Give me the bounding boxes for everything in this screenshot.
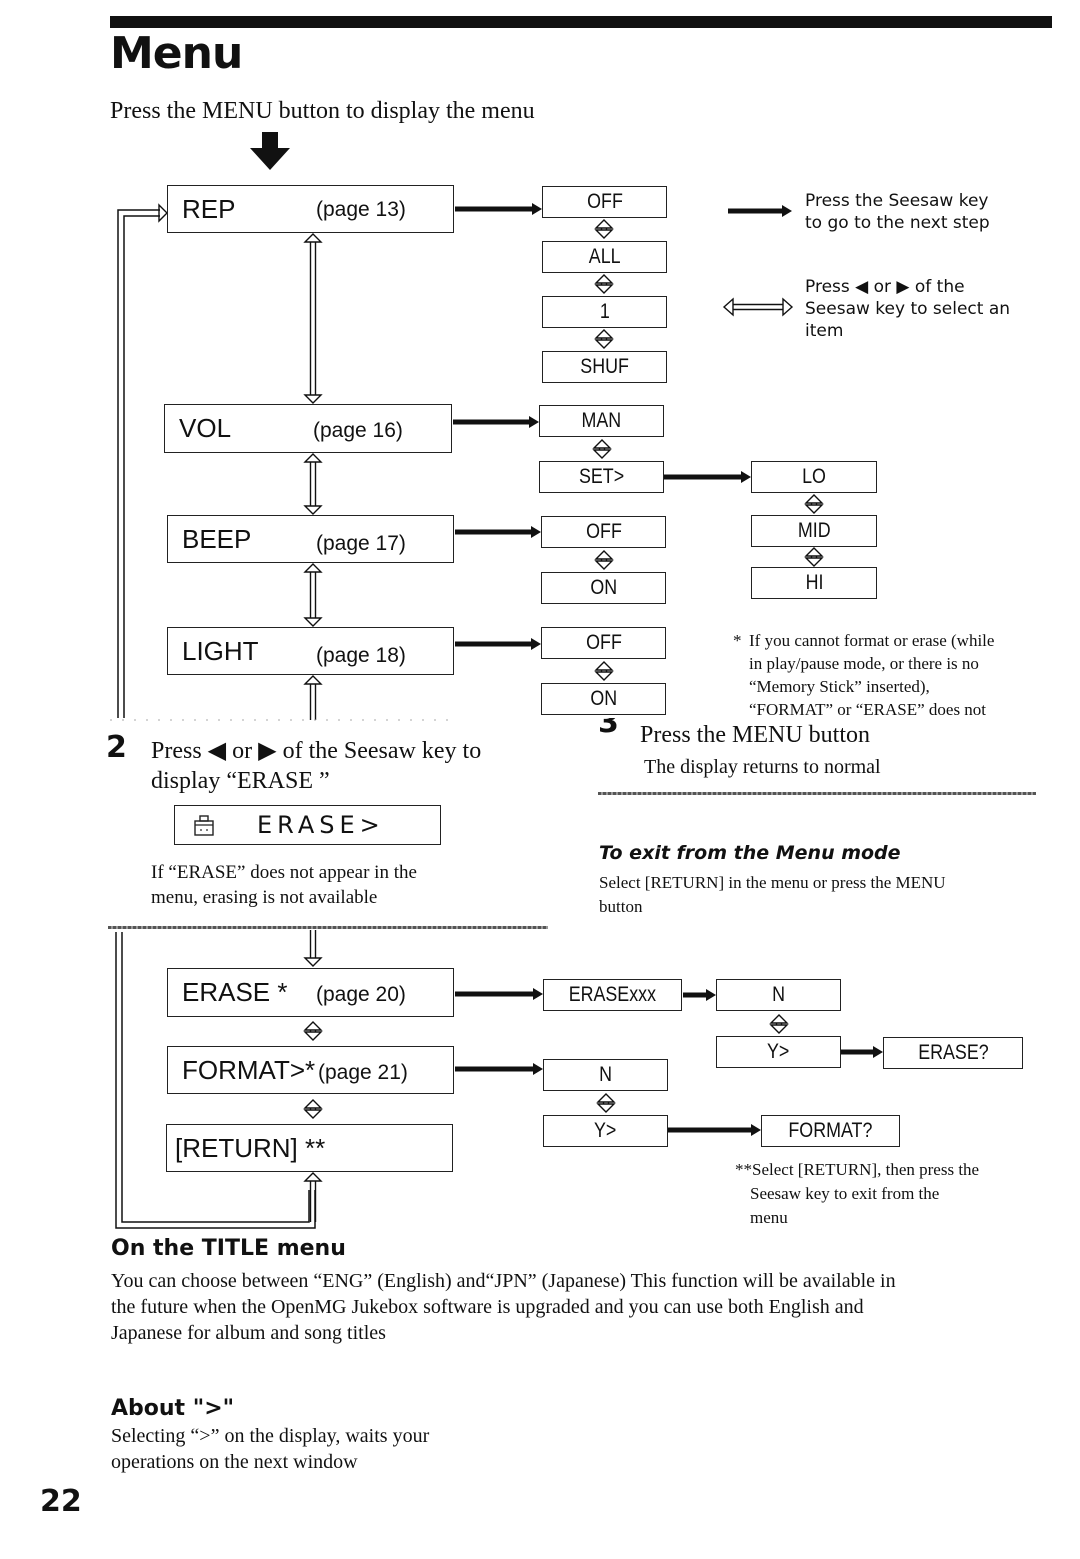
menu-item-label: REP: [182, 193, 236, 224]
option-format-confirm[interactable]: FORMAT?: [761, 1115, 900, 1147]
down-arrow-icon: [250, 132, 290, 170]
option-vol-hi[interactable]: HI: [751, 567, 877, 599]
section-rule: [108, 926, 548, 929]
select-item-arrow: [303, 233, 323, 404]
toggle-arrow-icon: [594, 661, 614, 681]
option-light-on[interactable]: ON: [541, 683, 666, 715]
option-rep-all[interactable]: ALL: [542, 241, 667, 273]
title-menu-heading: On the TITLE menu: [111, 1236, 346, 1261]
legend-next-step: Press the Seesaw key to go to the next s…: [805, 191, 990, 233]
option-format-y[interactable]: Y>: [543, 1115, 668, 1147]
arrow-head-icon: [531, 638, 541, 650]
arrow-head-icon: [532, 203, 542, 215]
arrow-head-icon: [531, 526, 541, 538]
option-erase-y[interactable]: Y>: [716, 1036, 841, 1068]
select-item-arrow: [303, 563, 323, 627]
step-2-note: If “ERASE” does not appear in the menu, …: [151, 862, 417, 908]
exit-text: Select [RETURN] in the menu or press the…: [599, 873, 946, 916]
menu-item-label: LIGHT: [182, 635, 259, 666]
legend-select-item: Press ◀ or ▶ of the Seesaw key to select…: [805, 277, 1011, 341]
menu-item-label: VOL: [179, 413, 232, 443]
option-vol-mid[interactable]: MID: [751, 515, 877, 547]
arrow-head-icon: [782, 205, 792, 217]
menu-item-page-ref: (page 21): [318, 1061, 408, 1084]
menu-item-page-ref: (page 13): [316, 198, 406, 221]
arrow-head-icon: [706, 989, 716, 1001]
section-rule: [598, 792, 1036, 795]
legend-hollow-arrow: [722, 297, 794, 317]
title-menu-text: You can choose between “ENG” (English) a…: [111, 1270, 896, 1344]
toggle-arrow-icon: [594, 219, 614, 239]
menu-item-label: BEEP: [182, 523, 252, 554]
option-erase-xxx[interactable]: ERASExxx: [543, 979, 682, 1011]
toggle-arrow-icon: [592, 439, 612, 459]
option-rep-off[interactable]: OFF: [542, 186, 667, 218]
option-vol-lo[interactable]: LO: [751, 461, 877, 493]
exit-heading: To exit from the Menu mode: [599, 842, 901, 864]
toggle-arrow-icon: [594, 274, 614, 294]
menu-item-beep[interactable]: BEEP (page 17): [167, 515, 454, 563]
menu-item-label: FORMAT>*: [182, 1054, 316, 1085]
toggle-arrow-icon: [594, 550, 614, 570]
toggle-arrow-icon: [596, 1093, 616, 1113]
toggle-arrow-icon: [594, 329, 614, 349]
option-vol-man[interactable]: MAN: [539, 405, 664, 437]
menu-item-page-ref: (page 20): [316, 983, 406, 1006]
option-beep-off[interactable]: OFF: [541, 516, 666, 548]
option-erase-n[interactable]: N: [716, 979, 841, 1011]
arrow-head-icon: [533, 988, 543, 1000]
toggle-arrow-icon: [804, 547, 824, 567]
arrow-head-icon: [873, 1046, 883, 1058]
up-arrow-icon: [303, 1172, 323, 1222]
return-arrow-head-icon: [158, 203, 168, 223]
down-hollow-arrow-icon: [303, 930, 323, 967]
menu-item-erase[interactable]: ERASE * (page 20): [167, 968, 454, 1017]
about-heading: About ">": [111, 1396, 235, 1421]
menu-item-page-ref: (page 17): [316, 532, 406, 555]
menu-item-return[interactable]: [RETURN] **: [166, 1124, 453, 1172]
step-2-text: Press ◀ or ▶ of the Seesaw key to displa…: [151, 738, 482, 794]
option-format-n[interactable]: N: [543, 1059, 668, 1091]
about-text: Selecting “>” on the display, waits your…: [111, 1425, 430, 1473]
menu-item-label: ERASE *: [182, 977, 288, 1007]
arrow-head-icon: [751, 1124, 761, 1136]
toggle-arrow-icon: [303, 1099, 323, 1119]
menu-item-format[interactable]: FORMAT>* (page 21): [167, 1046, 454, 1094]
option-erase-confirm[interactable]: ERASE?: [883, 1037, 1023, 1069]
step-number-3: 3: [598, 718, 619, 740]
up-arrow-icon: [303, 675, 323, 720]
page-number: 22: [40, 1484, 82, 1519]
step-3-sub: The display returns to normal: [644, 756, 881, 778]
step-number-2: 2: [106, 730, 127, 765]
footnote-star: * If you cannot format or erase (while i…: [733, 631, 995, 719]
erase-display-preview: ERASE>: [174, 805, 441, 845]
arrow-head-icon: [529, 416, 539, 428]
memory-stick-icon: [194, 815, 214, 836]
option-rep-shuf[interactable]: SHUF: [542, 351, 667, 383]
footnote-double-star: **Select [RETURN], then press the Seesaw…: [735, 1160, 980, 1227]
option-beep-on[interactable]: ON: [541, 572, 666, 604]
option-rep-1[interactable]: 1: [542, 296, 667, 328]
option-light-off[interactable]: OFF: [541, 627, 666, 659]
erase-display-text: ERASE>: [257, 811, 385, 839]
toggle-arrow-icon: [769, 1014, 789, 1034]
arrow-head-icon: [741, 471, 751, 483]
menu-item-vol[interactable]: VOL (page 16): [164, 404, 452, 453]
menu-item-label: [RETURN] **: [175, 1132, 326, 1163]
toggle-arrow-icon: [303, 1021, 323, 1041]
toggle-arrow-icon: [804, 494, 824, 514]
arrow-head-icon: [533, 1063, 543, 1075]
menu-item-rep[interactable]: REP (page 13): [167, 185, 454, 233]
option-vol-set[interactable]: SET>: [539, 461, 664, 493]
select-item-arrow: [303, 453, 323, 515]
menu-item-page-ref: (page 16): [313, 419, 403, 442]
step-3-text: Press the MENU button: [640, 722, 870, 748]
menu-item-page-ref: (page 18): [316, 644, 406, 667]
menu-item-light[interactable]: LIGHT (page 18): [167, 627, 454, 675]
